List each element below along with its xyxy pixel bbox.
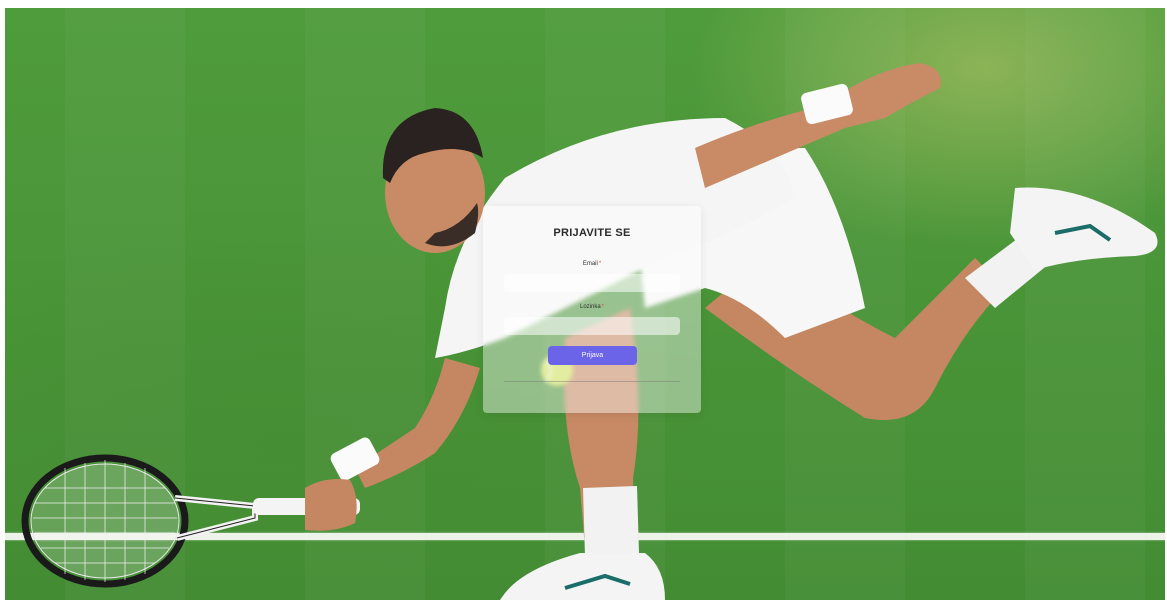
login-button[interactable]: Prijava xyxy=(548,346,637,365)
email-required-mark: * xyxy=(598,261,602,267)
card-divider xyxy=(504,381,680,382)
email-label-row: Email* xyxy=(483,261,701,267)
login-title: PRIJAVITE SE xyxy=(553,227,631,239)
password-label-row: Lozinka* xyxy=(483,304,701,310)
password-required-mark: * xyxy=(601,304,605,310)
email-input[interactable] xyxy=(504,274,680,292)
login-card: PRIJAVITE SE Email* Lozinka* Prijava xyxy=(483,206,701,413)
password-input[interactable] xyxy=(504,317,680,335)
password-label: Lozinka xyxy=(579,304,601,310)
email-label: Email xyxy=(582,261,598,267)
